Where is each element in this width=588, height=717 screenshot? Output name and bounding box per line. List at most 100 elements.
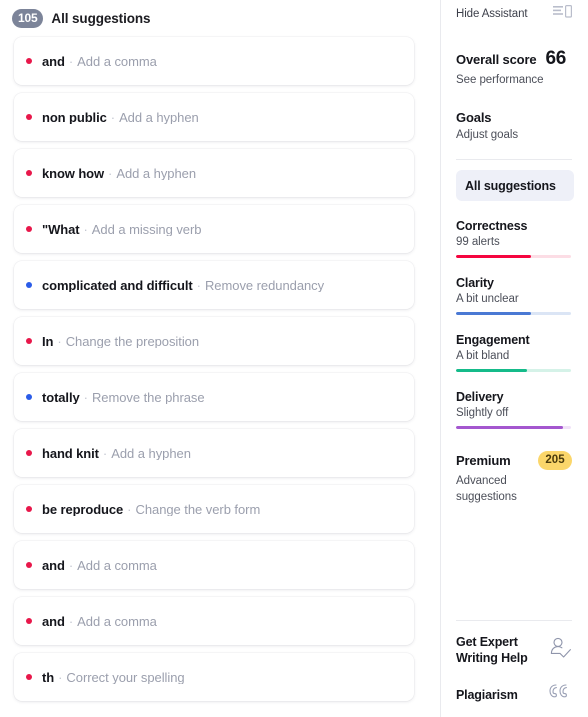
suggestions-count-badge: 105	[12, 8, 44, 28]
correctness-dot-icon	[26, 170, 32, 176]
suggestion-separator: ·	[127, 502, 132, 516]
suggestion-text: In · Change the preposition	[42, 335, 199, 348]
overall-score-label: Overall score	[456, 52, 537, 67]
correctness-dot-icon	[26, 674, 32, 680]
get-expert-writing-help-label: Get Expert Writing Help	[456, 635, 528, 665]
suggestion-action: Change the preposition	[65, 334, 200, 348]
premium-label: Premium	[456, 453, 511, 468]
goals-section[interactable]: Goals Adjust goals	[456, 110, 580, 141]
suggestion-card[interactable]: and · Add a comma	[14, 541, 414, 589]
correctness-dot-icon	[26, 58, 32, 64]
premium-sublabel: Advanced suggestions	[456, 475, 517, 503]
metric-progress-track	[456, 312, 571, 315]
suggestion-action: Add a missing verb	[91, 222, 202, 236]
suggestion-card[interactable]: complicated and difficult · Remove redunda…	[14, 261, 414, 309]
metrics-list: Correctness 99 alerts Clarity A bit unclear…	[456, 201, 580, 429]
suggestion-text: non public · Add a hyphen	[42, 111, 199, 124]
metric-progress-track	[456, 255, 571, 258]
suggestion-separator: ·	[110, 110, 116, 124]
metric-progress-fill	[456, 255, 531, 258]
suggestion-card-list: and · Add a comma non public · Add a hyphen kn…	[0, 30, 440, 701]
suggestion-card[interactable]: totally · Remove the phrase	[14, 373, 414, 421]
metric-engagement[interactable]: Engagement A bit bland	[456, 333, 572, 372]
assistant-screen: 105 All suggestions and · Add a comma non p…	[0, 0, 588, 717]
metric-name: Correctness	[456, 219, 528, 233]
all-suggestions-label: All suggestions	[465, 178, 556, 193]
suggestion-text: "What · Add a missing verb	[42, 223, 201, 236]
suggestion-separator: ·	[102, 446, 108, 460]
sidebar-divider-bottom	[456, 620, 572, 621]
suggestion-term: and	[42, 54, 65, 68]
suggestion-action: Add a hyphen	[111, 446, 191, 460]
panel-layout-icon	[553, 5, 573, 23]
metric-progress-track	[456, 369, 571, 372]
suggestion-text: totally · Remove the phrase	[42, 391, 205, 404]
correctness-dot-icon	[26, 562, 32, 568]
suggestion-separator: ·	[83, 222, 88, 236]
suggestions-header-title: All suggestions	[51, 10, 151, 26]
suggestion-text: know how · Add a hyphen	[42, 167, 196, 180]
suggestion-term: In	[42, 334, 54, 348]
suggestion-separator: ·	[108, 166, 113, 180]
premium-row: Premium 205	[456, 451, 572, 470]
get-expert-writing-help-button[interactable]: Get Expert Writing Help	[456, 634, 580, 666]
suggestion-card[interactable]: In · Change the preposition	[14, 317, 414, 365]
premium-count-badge: 205	[538, 451, 572, 470]
metric-delivery[interactable]: Delivery Slightly off	[456, 390, 572, 429]
suggestions-header: 105 All suggestions	[0, 0, 440, 30]
suggestion-term: hand knit	[42, 446, 99, 460]
suggestion-separator: ·	[68, 614, 74, 628]
sidebar-divider-top	[456, 159, 572, 160]
plagiarism-label: Plagiarism	[456, 687, 518, 702]
suggestion-card[interactable]: "What · Add a missing verb	[14, 205, 414, 253]
metric-status: 99 alerts	[456, 236, 500, 248]
suggestion-card[interactable]: non public · Add a hyphen	[14, 93, 414, 141]
suggestion-term: "What	[42, 222, 80, 236]
suggestion-term: th	[42, 670, 55, 684]
suggestion-text: and · Add a comma	[42, 615, 157, 628]
suggestion-term: complicated and difficult	[42, 278, 193, 292]
suggestion-card[interactable]: be reproduce · Change the verb form	[14, 485, 414, 533]
person-check-icon	[548, 637, 572, 664]
hide-assistant-button[interactable]: Hide Assistant	[456, 2, 580, 26]
premium-section[interactable]: Premium 205 Advanced suggestions	[456, 451, 572, 505]
suggestion-term: totally	[42, 390, 80, 404]
suggestion-separator: ·	[83, 390, 88, 404]
metric-correctness[interactable]: Correctness 99 alerts	[456, 219, 572, 258]
metric-status: Slightly off	[456, 407, 509, 419]
suggestion-text: be reproduce · Change the verb form	[42, 503, 260, 516]
suggestion-action: Add a hyphen	[116, 166, 197, 180]
suggestion-text: complicated and difficult · Remove redunda…	[42, 279, 324, 292]
suggestion-term: be reproduce	[42, 502, 124, 516]
suggestion-separator: ·	[57, 334, 62, 348]
suggestion-card[interactable]: know how · Add a hyphen	[14, 149, 414, 197]
sidebar-item-all-suggestions[interactable]: All suggestions	[456, 170, 574, 201]
metric-status: A bit unclear	[456, 293, 519, 305]
metric-progress-fill	[456, 312, 531, 315]
suggestion-term: and	[42, 558, 65, 572]
suggestion-card[interactable]: th · Correct your spelling	[14, 653, 414, 701]
metric-name: Clarity	[456, 276, 494, 290]
suggestion-text: th · Correct your spelling	[42, 671, 185, 684]
suggestion-card[interactable]: hand knit · Add a hyphen	[14, 429, 414, 477]
correctness-dot-icon	[26, 226, 32, 232]
overall-score-value: 66	[545, 48, 566, 69]
overall-score-section[interactable]: Overall score 66 See performance	[456, 48, 580, 86]
suggestion-action: Add a hyphen	[119, 110, 199, 124]
see-performance-link[interactable]: See performance	[456, 74, 580, 86]
suggestion-separator: ·	[68, 54, 74, 68]
metric-progress-fill	[456, 426, 563, 429]
metric-clarity[interactable]: Clarity A bit unclear	[456, 276, 572, 315]
suggestion-action: Add a comma	[77, 54, 157, 68]
suggestion-text: hand knit · Add a hyphen	[42, 447, 191, 460]
suggestion-card[interactable]: and · Add a comma	[14, 597, 414, 645]
suggestion-action: Add a comma	[77, 558, 157, 572]
suggestion-action: Change the verb form	[135, 502, 261, 516]
plagiarism-button[interactable]: Plagiarism	[456, 682, 580, 707]
assistant-sidebar: Hide Assistant Overall score 66 See perf…	[440, 0, 588, 717]
adjust-goals-link[interactable]: Adjust goals	[456, 129, 580, 141]
correctness-dot-icon	[26, 338, 32, 344]
suggestion-card[interactable]: and · Add a comma	[14, 37, 414, 85]
suggestion-term: non public	[42, 110, 107, 124]
